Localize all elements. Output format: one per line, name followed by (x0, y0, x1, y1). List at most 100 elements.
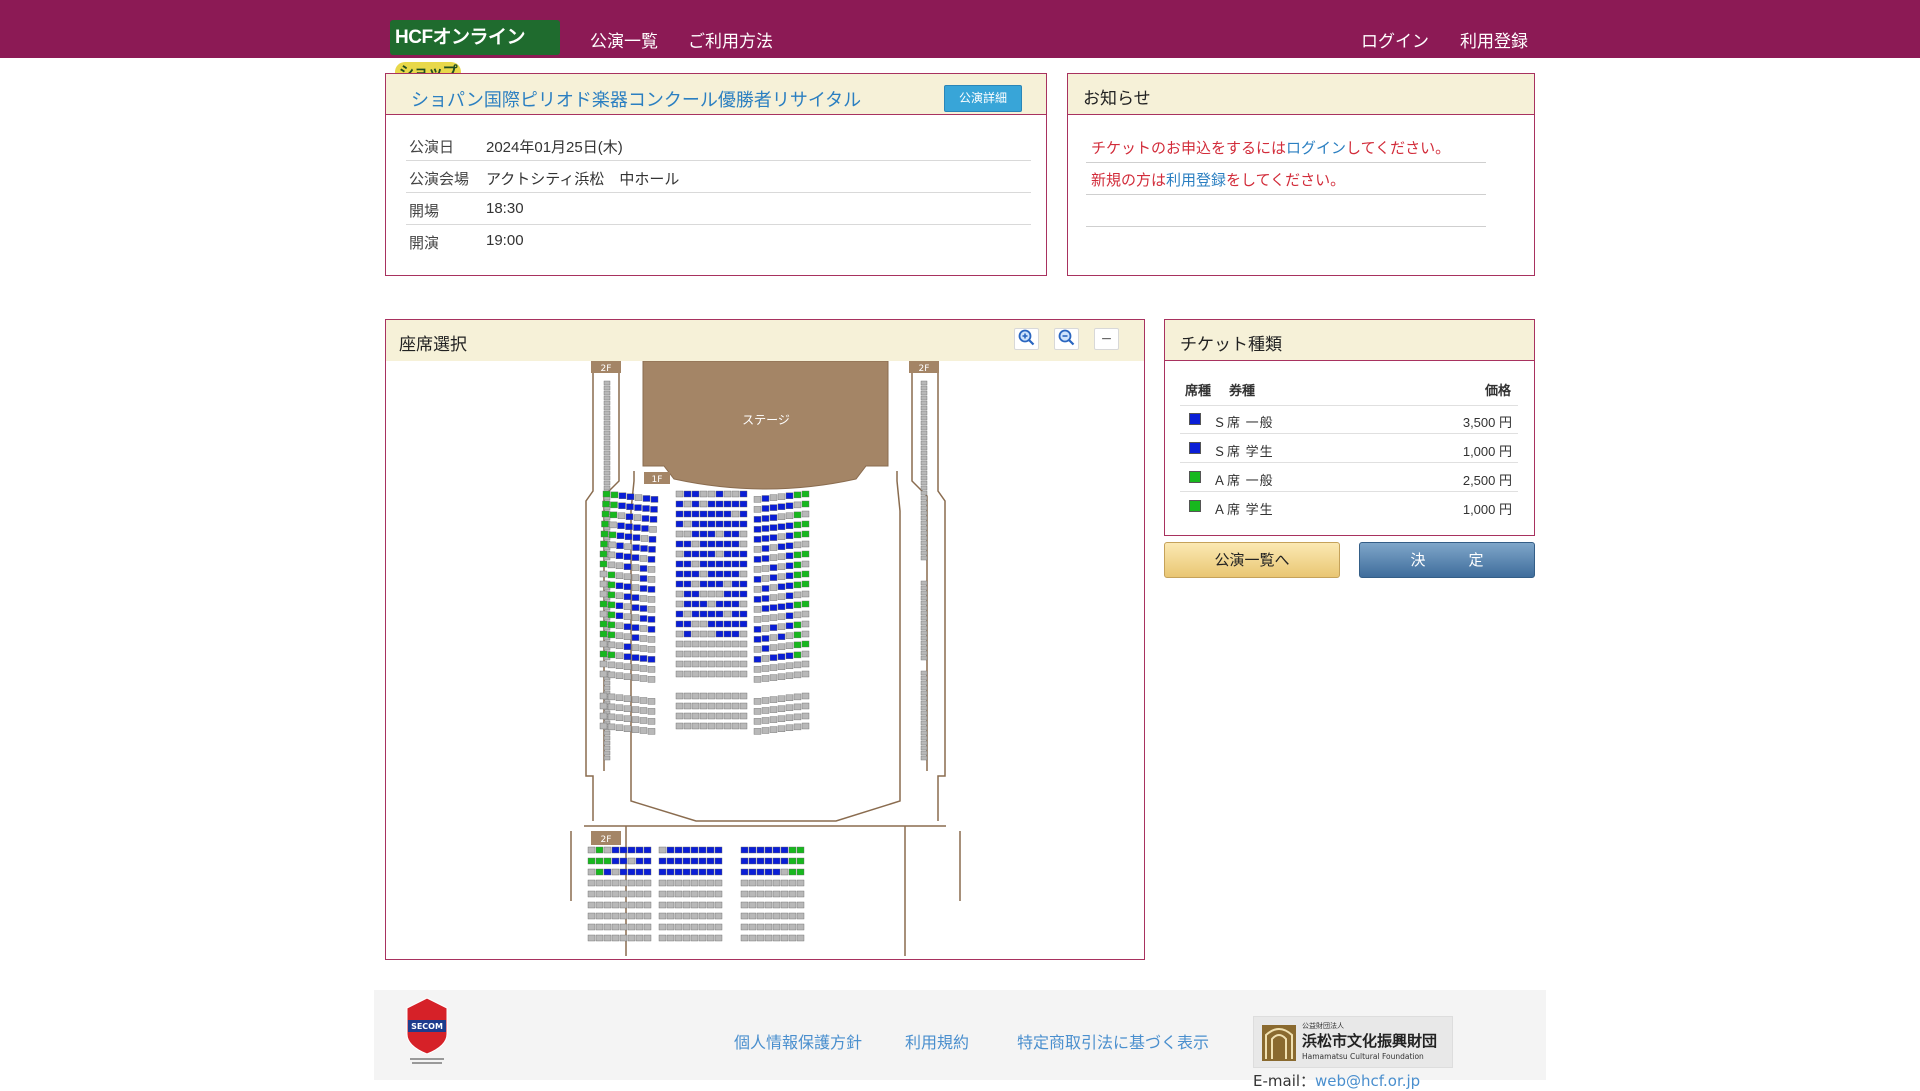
seat[interactable] (607, 571, 616, 579)
seat[interactable] (674, 868, 683, 876)
seat[interactable] (769, 564, 778, 571)
seat[interactable] (649, 516, 658, 523)
nav-login[interactable]: ログイン (1361, 27, 1429, 52)
seat[interactable] (691, 600, 700, 608)
seat[interactable] (788, 868, 797, 876)
seat[interactable] (740, 868, 749, 876)
seat[interactable] (801, 530, 810, 538)
seat[interactable] (607, 611, 616, 619)
seat[interactable] (618, 502, 626, 510)
seat[interactable] (761, 645, 770, 652)
seat[interactable] (699, 560, 708, 568)
seat[interactable] (785, 562, 794, 570)
seat[interactable] (595, 857, 604, 865)
seat[interactable] (690, 868, 699, 876)
seat[interactable] (793, 631, 802, 639)
seat[interactable] (595, 846, 604, 854)
seat[interactable] (769, 534, 778, 541)
footer-link-commerce-law[interactable]: 特定商取引法に基づく表示 (1017, 1029, 1209, 1053)
seat[interactable] (740, 846, 749, 854)
seat[interactable] (715, 620, 724, 628)
seat[interactable] (739, 590, 748, 598)
seat[interactable] (631, 604, 640, 611)
seat[interactable] (691, 610, 700, 618)
seat[interactable] (715, 560, 724, 568)
seat[interactable] (690, 857, 699, 865)
seat[interactable] (625, 513, 634, 520)
seat[interactable] (785, 582, 794, 590)
seat[interactable] (603, 857, 612, 865)
seat[interactable] (625, 523, 633, 530)
seat[interactable] (683, 490, 692, 498)
seat[interactable] (731, 590, 740, 598)
seat[interactable] (780, 846, 789, 854)
seat[interactable] (623, 643, 632, 650)
seat[interactable] (753, 536, 762, 543)
seat[interactable] (780, 857, 789, 865)
seat[interactable] (723, 540, 732, 548)
seat[interactable] (739, 620, 748, 628)
seat[interactable] (772, 846, 781, 854)
seat[interactable] (600, 530, 609, 538)
seat[interactable] (761, 595, 770, 602)
zoom-in-icon[interactable] (1014, 328, 1039, 350)
seat-map-canvas[interactable]: ステージ 2F 2F 1F 2F (386, 361, 1144, 959)
seat[interactable] (609, 511, 618, 519)
seat[interactable] (723, 600, 732, 608)
seat[interactable] (731, 630, 740, 638)
seat[interactable] (699, 610, 708, 618)
seat[interactable] (739, 560, 748, 568)
seat[interactable] (675, 620, 684, 628)
seat[interactable] (788, 857, 797, 865)
seat[interactable] (793, 561, 802, 569)
seat[interactable] (793, 621, 802, 629)
back-to-list-button[interactable]: 公演一覧へ (1164, 542, 1340, 578)
seat[interactable] (801, 570, 810, 578)
seat[interactable] (707, 540, 716, 548)
seat[interactable] (617, 522, 625, 530)
seat[interactable] (626, 493, 635, 500)
seat[interactable] (635, 857, 644, 865)
seat[interactable] (731, 580, 740, 588)
seat[interactable] (731, 540, 740, 548)
seat[interactable] (648, 546, 656, 553)
seat[interactable] (756, 846, 765, 854)
seat[interactable] (619, 846, 628, 854)
seat[interactable] (682, 846, 691, 854)
seat[interactable] (611, 857, 620, 865)
seat[interactable] (616, 542, 624, 550)
seat[interactable] (723, 570, 732, 578)
seat[interactable] (607, 601, 616, 609)
seat[interactable] (683, 540, 692, 548)
seat[interactable] (633, 524, 641, 531)
seat[interactable] (648, 536, 657, 543)
seat[interactable] (761, 535, 770, 542)
zoom-out-icon[interactable] (1054, 328, 1079, 350)
seat[interactable] (675, 580, 684, 588)
seat[interactable] (748, 868, 757, 876)
seat[interactable] (731, 520, 740, 528)
seat[interactable] (658, 857, 667, 865)
seat[interactable] (769, 624, 778, 631)
seat[interactable] (756, 868, 765, 876)
seat[interactable] (675, 570, 684, 578)
seat[interactable] (699, 580, 708, 588)
seat[interactable] (723, 510, 732, 518)
seat[interactable] (731, 530, 740, 538)
seat[interactable] (769, 524, 778, 531)
seat[interactable] (739, 510, 748, 518)
seat[interactable] (715, 630, 724, 638)
seat[interactable] (756, 857, 765, 865)
seat[interactable] (691, 530, 700, 538)
seat[interactable] (769, 504, 778, 511)
seat[interactable] (723, 630, 732, 638)
seat[interactable] (608, 531, 617, 539)
seat[interactable] (761, 555, 770, 562)
seat[interactable] (643, 857, 652, 865)
seat[interactable] (707, 570, 716, 578)
seat[interactable] (796, 868, 805, 876)
seat[interactable] (627, 868, 636, 876)
seat[interactable] (631, 594, 640, 601)
seat[interactable] (707, 530, 716, 538)
seat[interactable] (777, 543, 786, 550)
